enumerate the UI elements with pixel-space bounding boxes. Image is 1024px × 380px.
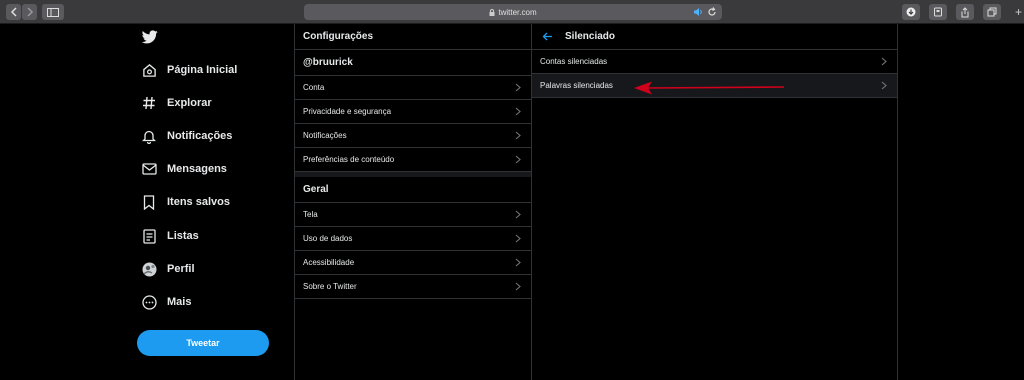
settings-title: Configurações [295, 24, 531, 50]
nav-item-messages[interactable]: Mensagens [140, 157, 227, 181]
settings-item-label: Sobre o Twitter [303, 282, 357, 291]
nav-label: Listas [167, 230, 199, 242]
account-section-title: @bruurick [295, 50, 531, 76]
hashtag-icon [140, 94, 158, 112]
sidebar-toggle-button[interactable] [42, 4, 64, 20]
chevron-right-icon [881, 57, 887, 66]
muted-header: Silenciado [532, 24, 897, 50]
nav-label: Notificações [167, 130, 233, 142]
settings-item-account[interactable]: Conta [295, 76, 531, 100]
back-arrow-icon[interactable] [542, 32, 553, 41]
settings-item-about[interactable]: Sobre o Twitter [295, 275, 531, 299]
new-tab-button[interactable]: + [1015, 6, 1022, 18]
address-bar[interactable]: twitter.com [304, 4, 722, 20]
forward-button[interactable] [22, 4, 37, 20]
nav-label: Perfil [167, 263, 195, 275]
nav-label: Mais [167, 296, 192, 308]
settings-item-label: Notificações [303, 131, 347, 140]
nav-label: Página Inicial [167, 64, 238, 76]
column-divider [897, 24, 898, 380]
url-text: twitter.com [498, 7, 537, 17]
annotation-arrow-icon [634, 81, 785, 95]
chevron-right-icon [515, 83, 521, 92]
settings-item-notifications[interactable]: Notificações [295, 124, 531, 148]
muted-column: Silenciado Contas silenciadas Palavras s… [532, 24, 897, 380]
sidebar-icon [47, 7, 59, 17]
nav-item-more[interactable]: Mais [140, 290, 191, 314]
speaker-icon[interactable] [693, 7, 704, 19]
nav-label: Itens salvos [167, 196, 230, 208]
bookmark-icon [140, 193, 158, 211]
back-button[interactable] [6, 4, 21, 20]
avatar-icon [140, 260, 158, 278]
left-nav: Página Inicial Explorar Notificações Men… [0, 24, 294, 380]
download-icon [906, 7, 916, 17]
settings-item-label: Uso de dados [303, 234, 353, 243]
downloads-button[interactable] [902, 4, 920, 20]
chevron-right-icon [515, 234, 521, 243]
settings-item-content-preferences[interactable]: Preferências de conteúdo [295, 148, 531, 172]
envelope-icon [140, 160, 158, 178]
settings-item-label: Privacidade e segurança [303, 107, 392, 116]
bell-icon [140, 127, 158, 145]
reload-icon[interactable] [707, 7, 717, 19]
settings-item-data-usage[interactable]: Uso de dados [295, 227, 531, 251]
chevron-left-icon [10, 7, 17, 17]
extension-icon [934, 7, 942, 17]
muted-title: Silenciado [565, 31, 616, 42]
chevron-right-icon [881, 81, 887, 90]
twitter-logo-icon[interactable] [141, 30, 158, 49]
nav-label: Explorar [167, 97, 212, 109]
nav-item-lists[interactable]: Listas [140, 224, 199, 248]
muted-item-accounts[interactable]: Contas silenciadas [532, 50, 897, 74]
more-icon [140, 293, 158, 311]
settings-item-accessibility[interactable]: Acessibilidade [295, 251, 531, 275]
chevron-right-icon [515, 258, 521, 267]
settings-item-label: Preferências de conteúdo [303, 155, 395, 164]
lock-icon [489, 8, 495, 16]
nav-item-home[interactable]: Página Inicial [140, 58, 237, 82]
settings-item-display[interactable]: Tela [295, 203, 531, 227]
settings-item-label: Tela [303, 210, 318, 219]
list-icon [140, 227, 158, 245]
share-button[interactable] [956, 4, 974, 20]
settings-item-privacy[interactable]: Privacidade e segurança [295, 100, 531, 124]
home-icon [140, 61, 158, 79]
share-icon [961, 6, 969, 17]
tweet-button[interactable]: Tweetar [137, 330, 269, 356]
chevron-right-icon [515, 131, 521, 140]
extension-button[interactable] [929, 4, 947, 20]
nav-item-profile[interactable]: Perfil [140, 257, 195, 281]
chevron-right-icon [515, 107, 521, 116]
settings-item-label: Conta [303, 83, 325, 92]
chevron-right-icon [515, 155, 521, 164]
tabs-icon [987, 7, 997, 17]
tabs-button[interactable] [983, 4, 1001, 20]
chevron-right-icon [26, 7, 33, 17]
muted-item-label: Palavras silenciadas [540, 81, 613, 90]
settings-column: Configurações @bruurick Conta Privacidad… [295, 24, 531, 380]
nav-label: Mensagens [167, 163, 227, 175]
settings-item-label: Acessibilidade [303, 258, 355, 267]
nav-item-notifications[interactable]: Notificações [140, 124, 232, 148]
nav-item-bookmarks[interactable]: Itens salvos [140, 190, 230, 214]
general-section-title: Geral [295, 177, 531, 203]
muted-item-label: Contas silenciadas [540, 57, 608, 66]
chevron-right-icon [515, 210, 521, 219]
chevron-right-icon [515, 282, 521, 291]
browser-toolbar: twitter.com + [0, 0, 1024, 24]
nav-item-explore[interactable]: Explorar [140, 91, 212, 115]
